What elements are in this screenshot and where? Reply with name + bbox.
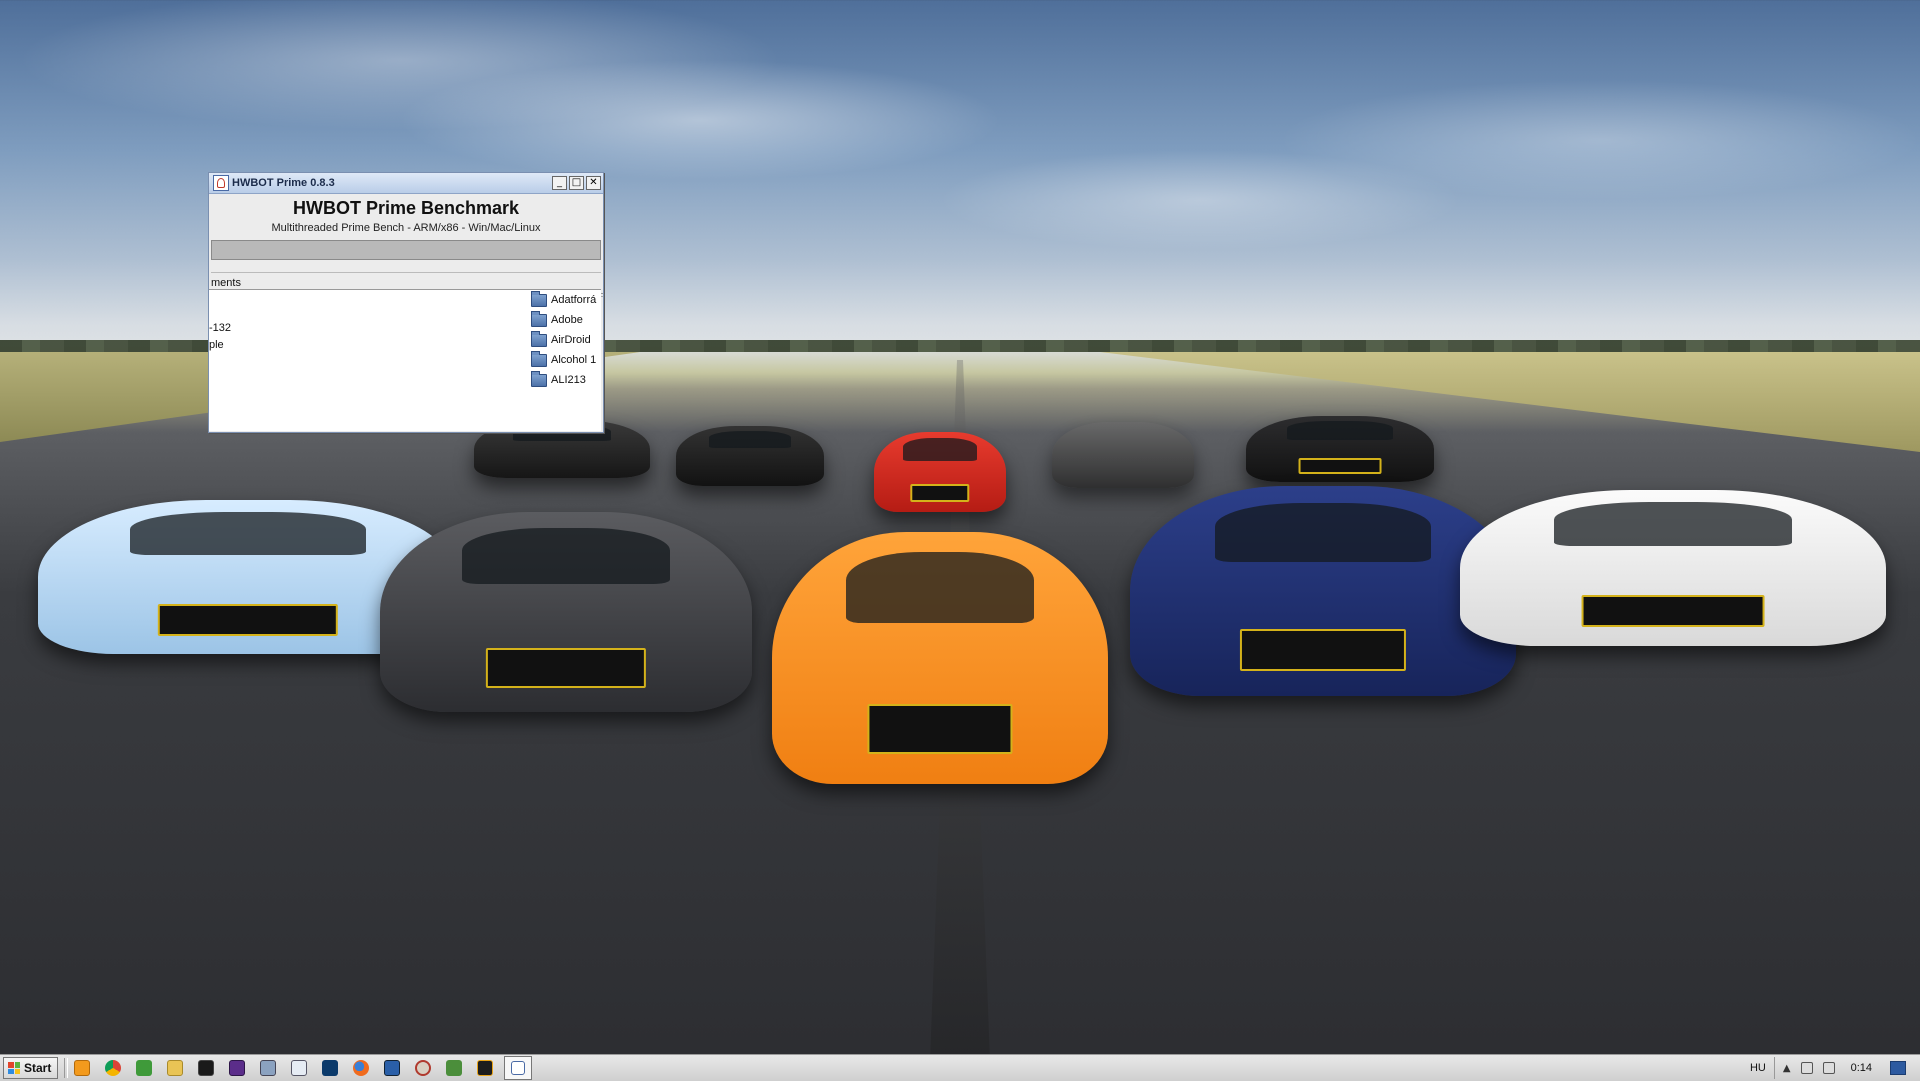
file-browser[interactable]: -132 ple Adatforrá Adobe AirDroid Alcoho…: [209, 289, 601, 431]
folder-label: ALI213: [551, 374, 586, 386]
windows-logo-icon: [8, 1062, 20, 1074]
media-icon[interactable]: [136, 1060, 153, 1076]
hwbot-icon: [511, 1061, 526, 1075]
folder-item[interactable]: ALI213: [531, 370, 601, 390]
maximize-button[interactable]: □: [569, 176, 584, 190]
list-item[interactable]: [209, 304, 459, 320]
folder-label: AirDroid: [551, 334, 591, 346]
folder-icon: [531, 290, 547, 307]
app-icon[interactable]: [229, 1060, 246, 1076]
minimize-button[interactable]: _: [552, 176, 567, 190]
system-tray: HU ▲ 0:14: [1750, 1055, 1920, 1081]
quick-launch: [74, 1056, 533, 1080]
language-indicator[interactable]: HU: [1750, 1062, 1766, 1074]
settings-icon[interactable]: [415, 1060, 432, 1076]
folder-item[interactable]: AirDroid: [531, 330, 601, 350]
list-item[interactable]: ple: [209, 337, 459, 354]
folder-label: Alcohol 1: [551, 354, 597, 366]
volume-icon[interactable]: [1800, 1062, 1813, 1074]
app-arrow-icon[interactable]: [322, 1060, 339, 1076]
camera-icon[interactable]: [260, 1060, 277, 1076]
monitor-icon[interactable]: [384, 1060, 401, 1076]
benchmark-progress-bar: [211, 240, 601, 260]
folder-icon: [531, 330, 547, 347]
wallpaper-car: [676, 426, 824, 486]
folder-icon: [531, 370, 547, 387]
desktop-wallpaper: [0, 0, 1920, 1054]
taskbar-active-hwbot[interactable]: [504, 1056, 533, 1080]
file-manager-icon[interactable]: [167, 1060, 184, 1076]
hwbot-window[interactable]: HWBOT Prime 0.8.3 _ □ ✕ HWBOT Prime Benc…: [208, 172, 604, 433]
wallpaper-car: [1130, 486, 1516, 696]
wallpaper-car: [874, 432, 1006, 512]
wallpaper-car: [772, 532, 1108, 784]
start-button[interactable]: Start: [3, 1057, 59, 1079]
wallpaper-car: [1052, 422, 1194, 488]
folder-item[interactable]: Alcohol 1: [531, 350, 601, 370]
folder-icon: [531, 310, 547, 327]
folder-item[interactable]: Adobe: [531, 310, 601, 330]
map-icon[interactable]: [446, 1060, 463, 1076]
show-hidden-icons-icon[interactable]: ▲: [1783, 1063, 1791, 1074]
window-titlebar[interactable]: HWBOT Prime 0.8.3 _ □ ✕: [209, 173, 603, 194]
app-icon: [213, 175, 229, 191]
tool-icon[interactable]: [198, 1060, 215, 1076]
app-subtitle: Multithreaded Prime Bench - ARM/x86 - Wi…: [271, 222, 541, 234]
taskbar-separator: [64, 1058, 69, 1078]
list-item[interactable]: -132: [209, 320, 459, 337]
winamp-icon[interactable]: [477, 1060, 494, 1076]
tray-icons: ▲ 0:14: [1773, 1057, 1920, 1079]
firefox-icon[interactable]: [353, 1060, 370, 1076]
folder-icon: [531, 350, 547, 367]
clock[interactable]: 0:14: [1851, 1062, 1872, 1074]
chrome-icon[interactable]: [105, 1060, 122, 1076]
window-icon[interactable]: [291, 1060, 308, 1076]
folder-label: Adobe: [551, 314, 583, 326]
media-player-icon[interactable]: [74, 1060, 91, 1076]
folder-list[interactable]: Adatforrá Adobe AirDroid Alcohol 1 ALI21…: [531, 290, 601, 390]
wallpaper-car: [1460, 490, 1886, 646]
show-desktop-icon[interactable]: [1890, 1061, 1906, 1075]
wallpaper-car: [1246, 416, 1434, 482]
taskbar: Start HU ▲ 0:14: [0, 1054, 1920, 1081]
window-title: HWBOT Prime 0.8.3: [232, 177, 335, 189]
wallpaper-car: [380, 512, 752, 712]
folder-item[interactable]: Adatforrá: [531, 290, 601, 310]
folder-label: Adatforrá: [551, 294, 597, 306]
start-label: Start: [24, 1061, 52, 1075]
network-icon[interactable]: [1822, 1062, 1835, 1074]
file-list-left[interactable]: -132 ple: [209, 304, 459, 354]
app-heading: HWBOT Prime Benchmark: [292, 198, 520, 218]
close-button[interactable]: ✕: [586, 176, 601, 190]
wallpaper-grass-right: [1100, 352, 1920, 452]
